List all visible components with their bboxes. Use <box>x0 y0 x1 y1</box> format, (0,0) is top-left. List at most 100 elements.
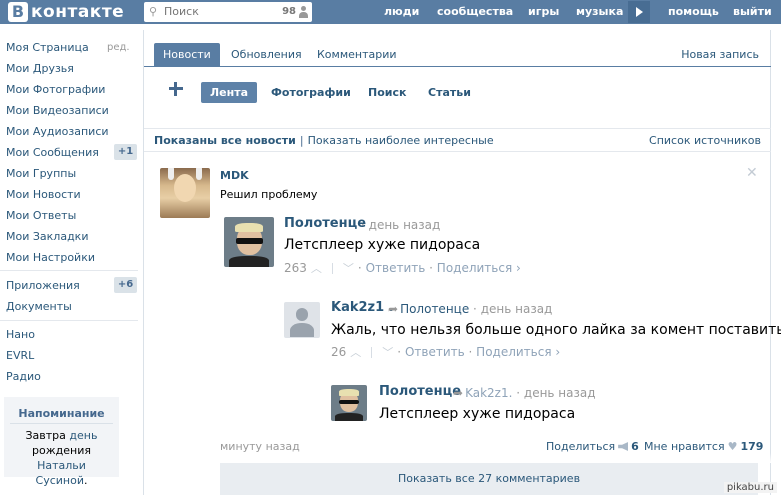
subtab-feed[interactable]: Лента <box>201 82 257 103</box>
comment-time[interactable]: день назад <box>481 302 553 316</box>
comment-time[interactable]: день назад <box>369 218 441 232</box>
menu-app-nano[interactable]: Нано <box>6 328 35 341</box>
reminder-title: Напоминание <box>10 407 113 424</box>
menu-my-groups[interactable]: Мои Группы <box>6 167 76 180</box>
reply-button[interactable]: Ответить <box>366 261 426 275</box>
subtab-search[interactable]: Поиск <box>368 82 406 103</box>
search-icon: ⚲ <box>149 5 158 18</box>
divider <box>331 263 333 274</box>
comment-author[interactable]: Полотенце <box>379 384 461 399</box>
watermark: pikabu.ru <box>723 482 777 493</box>
post-share[interactable]: Поделиться 6 <box>546 440 639 453</box>
menu-my-page[interactable]: Моя Страница <box>6 41 89 54</box>
menu-app-evrl[interactable]: EVRL <box>6 349 34 362</box>
close-icon[interactable]: ✕ <box>746 165 758 181</box>
feed-subtabs: Лента Фотографии Поиск Статьи <box>144 75 771 111</box>
menu-divider <box>0 320 138 321</box>
search-box[interactable]: ⚲ 98 <box>144 2 312 22</box>
sources-list-link[interactable]: Список источников <box>649 134 761 147</box>
comment-actions: 263 ︿ ﹀ · Ответить · Поделиться › <box>284 260 521 276</box>
new-post-link[interactable]: Новая запись <box>681 43 759 66</box>
comment-author[interactable]: Полотенце <box>284 216 366 231</box>
menu-my-audio[interactable]: Мои Аудиозаписи <box>6 125 109 138</box>
comment-avatar[interactable] <box>224 217 274 267</box>
menu-my-settings[interactable]: Мои Настройки <box>6 251 95 264</box>
share-label[interactable]: Поделиться <box>546 440 615 453</box>
post-author-avatar[interactable] <box>160 168 210 218</box>
post-time[interactable]: минуту назад <box>220 440 300 453</box>
menu-my-news[interactable]: Мои Новости <box>6 188 81 201</box>
upvote-icon[interactable]: ︿ <box>350 346 361 359</box>
chevron-right-icon: › <box>551 345 561 359</box>
upvote-icon[interactable]: ︿ <box>311 262 322 275</box>
nav-communities[interactable]: сообщества <box>437 0 513 24</box>
reminder-text-part: рождения <box>32 444 91 457</box>
comment-text: Жаль, что нельзя больше одного лайка за … <box>331 322 781 338</box>
main-content: Новости Обновления Комментарии Новая зап… <box>143 30 781 495</box>
menu-edit-link[interactable]: ред. <box>107 42 130 53</box>
tab-news[interactable]: Новости <box>154 43 220 66</box>
nav-music[interactable]: музыка <box>576 0 623 24</box>
reply-to-name[interactable]: Kak2z1. <box>465 386 512 400</box>
search-input[interactable] <box>164 5 264 18</box>
meta-dot: · <box>516 386 521 400</box>
comment-time[interactable]: день назад <box>524 386 596 400</box>
top-header: В контакте ⚲ 98 люди сообщества игры муз… <box>0 0 781 24</box>
plus-icon[interactable] <box>169 82 183 96</box>
comment-avatar[interactable] <box>331 385 367 421</box>
nav-help[interactable]: помощь <box>668 0 719 24</box>
person-icon <box>299 6 308 18</box>
menu-my-messages[interactable]: Мои Сообщения <box>6 146 99 159</box>
meta-dot: · <box>429 261 433 275</box>
nav-games[interactable]: игры <box>528 0 559 24</box>
messages-badge[interactable]: +1 <box>114 144 137 160</box>
reminder-birthday-link[interactable]: день <box>69 429 97 442</box>
comment-avatar[interactable] <box>284 302 320 338</box>
comment-like-count: 263 <box>284 261 307 275</box>
menu-my-photos[interactable]: Мои Фотографии <box>6 83 105 96</box>
megaphone-icon <box>618 442 629 451</box>
post-like[interactable]: Мне нравится ♥ 179 <box>644 440 763 453</box>
search-people-count: 98 <box>282 6 296 17</box>
post-author-name[interactable]: MDK <box>220 169 249 182</box>
logo-letter: В <box>8 2 28 22</box>
comment-author[interactable]: Kak2z1 . <box>331 300 394 315</box>
subtab-articles[interactable]: Статьи <box>428 82 471 103</box>
reply-arrow-icon: ➦ <box>453 386 464 400</box>
downvote-icon[interactable]: ﹀ <box>343 262 354 275</box>
menu-my-videos[interactable]: Мои Видеозаписи <box>6 104 109 117</box>
tab-updates[interactable]: Обновления <box>231 43 302 66</box>
reply-to-name[interactable]: Полотенце <box>400 302 469 316</box>
reminder-person-link[interactable]: Натальи Сусиной <box>36 459 86 487</box>
filter-left: Показаны все новости | Показать наиболее и… <box>154 134 494 147</box>
meta-dot: · <box>357 261 362 275</box>
play-icon <box>636 7 643 17</box>
comment-meta: · день назад <box>361 218 440 232</box>
share-button[interactable]: Поделиться <box>437 261 512 275</box>
share-count: 6 <box>631 440 639 453</box>
music-play-button[interactable] <box>628 1 650 23</box>
menu-my-friends[interactable]: Мои Друзья <box>6 62 74 75</box>
comment-text: Летсплеер хуже пидораса <box>379 406 576 422</box>
filter-interesting-link[interactable]: Показать наиболее интересные <box>308 134 494 147</box>
reminder-text-part: Завтра <box>25 429 66 442</box>
menu-my-answers[interactable]: Мои Ответы <box>6 209 76 222</box>
tab-comments[interactable]: Комментарии <box>317 43 397 66</box>
news-filter-bar: Показаны все новости | Показать наиболее и… <box>144 128 771 152</box>
menu-app-radio[interactable]: Радио <box>6 370 41 383</box>
subtab-photos[interactable]: Фотографии <box>271 82 351 103</box>
comment-actions: 26 ︿ ﹀ · Ответить · Поделиться › <box>331 344 560 360</box>
show-all-comments-button[interactable]: Показать все 27 комментариев <box>220 463 758 495</box>
nav-logout[interactable]: выйти <box>733 0 772 24</box>
apps-badge[interactable]: +6 <box>114 277 137 293</box>
reply-button[interactable]: Ответить <box>405 345 465 359</box>
nav-people[interactable]: люди <box>384 0 419 24</box>
menu-documents[interactable]: Документы <box>6 300 72 313</box>
vk-logo[interactable]: В контакте <box>8 1 124 23</box>
downvote-icon[interactable]: ﹀ <box>382 346 393 359</box>
logo-text: контакте <box>31 2 125 22</box>
menu-my-bookmarks[interactable]: Мои Закладки <box>6 230 88 243</box>
like-label[interactable]: Мне нравится <box>644 440 725 453</box>
menu-apps[interactable]: Приложения <box>6 279 80 292</box>
share-button[interactable]: Поделиться <box>476 345 551 359</box>
